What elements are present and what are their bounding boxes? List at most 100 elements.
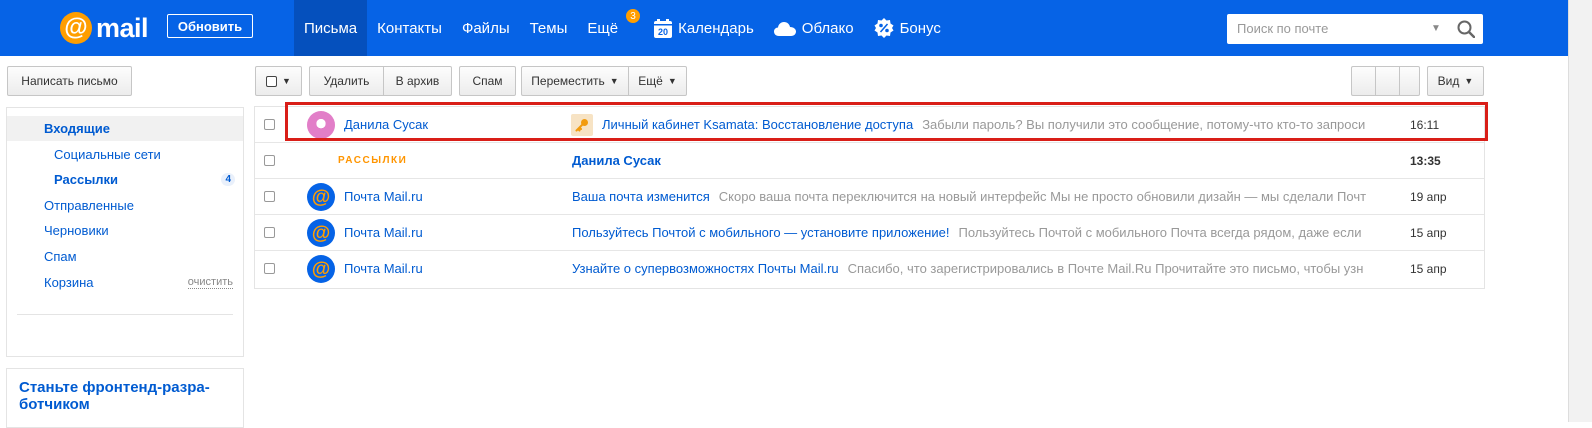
message-checkbox[interactable] xyxy=(264,191,275,202)
search-dropdown-icon[interactable]: ▼ xyxy=(1431,23,1441,34)
more-label: Ещё xyxy=(638,74,663,88)
folder-label: Социальные сети xyxy=(54,147,161,162)
chevron-down-icon: ▼ xyxy=(282,76,291,86)
message-date: 19 апр xyxy=(1410,189,1447,204)
message-list: Данила Сусак Личный кабинет Ksamata: Вос… xyxy=(254,106,1485,289)
calendar-icon: 20 xyxy=(654,18,673,38)
message-subject-line: Ваша почта изменится Скоро ваша почта пе… xyxy=(572,179,1367,214)
layout-toggle-3[interactable] xyxy=(1399,66,1420,96)
message-date: 16:11 xyxy=(1410,117,1440,132)
message-subject: Узнайте о супервозможностях Почты Mail.r… xyxy=(572,261,839,276)
right-scrollbar[interactable] xyxy=(1568,0,1592,422)
nav-calendar[interactable]: 20 Календарь xyxy=(644,0,764,56)
message-snippet: Спасибо, что зарегистрировались в Почте … xyxy=(847,261,1364,276)
main-nav: Письма Контакты Файлы Темы Ещё 3 20 Кале… xyxy=(294,0,951,56)
nav-label: Облако xyxy=(801,19,854,37)
folder-inbox[interactable]: Входящие xyxy=(7,116,243,141)
view-button[interactable]: Вид ▼ xyxy=(1427,66,1484,96)
message-subject-line: Данила Сусак xyxy=(572,143,1367,178)
archive-button[interactable]: В архив xyxy=(383,66,452,96)
nav-cloud[interactable]: Облако xyxy=(764,0,864,56)
message-sender: Почта Mail.ru xyxy=(344,261,423,276)
chevron-down-icon: ▼ xyxy=(667,76,677,86)
message-sender: Почта Mail.ru xyxy=(344,189,423,204)
key-icon xyxy=(571,113,593,136)
nav-label: Бонус xyxy=(899,19,941,37)
delete-button[interactable]: Удалить xyxy=(309,66,383,96)
folder-label: Отправленные xyxy=(44,198,134,213)
search-box: ▼ xyxy=(1227,14,1483,44)
message-checkbox[interactable] xyxy=(264,119,275,130)
message-row[interactable]: @ Почта Mail.ru Пользуйтесь Почтой с моб… xyxy=(255,215,1484,251)
message-checkbox[interactable] xyxy=(264,155,275,166)
promo-block[interactable]: Станьте фронтенд-разра-ботчиком xyxy=(6,368,244,428)
search-input[interactable] xyxy=(1237,21,1427,36)
folder-drafts[interactable]: Черновики xyxy=(7,218,243,243)
message-subject: Пользуйтесь Почтой с мобильного — устано… xyxy=(572,225,950,240)
layout-toggle-2[interactable] xyxy=(1375,66,1399,96)
sender-avatar xyxy=(307,111,335,139)
message-snippet: Забыли пароль? Вы получили это сообщение… xyxy=(922,117,1366,132)
nav-bonus[interactable]: Бонус xyxy=(864,0,951,56)
message-row[interactable]: @ Почта Mail.ru Узнайте о супервозможнос… xyxy=(255,251,1484,287)
select-all-button[interactable]: ▼ xyxy=(255,66,302,96)
unread-count-badge: 4 xyxy=(221,173,235,186)
update-button[interactable]: Обновить xyxy=(167,14,253,38)
move-label: Переместить xyxy=(531,74,605,88)
nav-more[interactable]: Ещё 3 xyxy=(577,0,644,56)
nav-themes[interactable]: Темы xyxy=(520,0,578,56)
view-label: Вид xyxy=(1437,74,1460,88)
sidebar-divider xyxy=(17,314,233,315)
message-date: 15 апр xyxy=(1410,225,1447,240)
message-sender: Почта Mail.ru xyxy=(344,225,423,240)
more-button[interactable]: Ещё ▼ xyxy=(628,66,687,96)
message-subject: Данила Сусак xyxy=(572,153,661,168)
calendar-icon-day: 20 xyxy=(658,27,668,37)
nav-label: Контакты xyxy=(377,19,442,37)
nav-label: Файлы xyxy=(461,19,510,37)
bonus-icon xyxy=(874,18,894,38)
message-subject: Личный кабинет Ksamata: Восстановление д… xyxy=(602,117,914,132)
empty-trash-link[interactable]: очистить xyxy=(187,276,233,289)
folder-spam[interactable]: Спам xyxy=(7,244,243,269)
message-snippet: Скоро ваша почта переключится на новый и… xyxy=(718,189,1367,204)
folder-sidebar: Входящие Социальные сети Рассылки 4 Отпр… xyxy=(6,107,244,357)
move-button[interactable]: Переместить ▼ xyxy=(521,66,628,96)
message-snippet: Пользуйтесь Почтой с мобильного Почта вс… xyxy=(958,225,1362,240)
folder-trash[interactable]: Корзина очистить xyxy=(7,270,243,295)
message-date: 13:35 xyxy=(1410,153,1441,168)
message-row[interactable]: Данила Сусак Личный кабинет Ksamata: Вос… xyxy=(255,107,1484,143)
message-row[interactable]: @ Почта Mail.ru Ваша почта изменится Ско… xyxy=(255,179,1484,215)
message-checkbox[interactable] xyxy=(264,263,275,274)
top-bar: @ mail Обновить Письма Контакты Файлы Те… xyxy=(0,0,1568,56)
folder-label: Спам xyxy=(44,249,77,264)
folder-sent[interactable]: Отправленные xyxy=(7,193,243,218)
mail-ru-avatar-icon: @ xyxy=(307,183,335,211)
folder-newsletters[interactable]: Рассылки 4 xyxy=(7,167,243,192)
nav-label: Письма xyxy=(304,19,358,37)
nav-more-badge: 3 xyxy=(626,9,641,23)
message-sender: Данила Сусак xyxy=(344,117,429,132)
folder-social[interactable]: Социальные сети xyxy=(7,142,243,167)
mail-ru-avatar-icon: @ xyxy=(307,255,335,283)
message-subject-line: Личный кабинет Ksamata: Восстановление д… xyxy=(571,107,1366,142)
nav-label: Темы xyxy=(529,19,568,37)
message-subject-line: Узнайте о супервозможностях Почты Mail.r… xyxy=(572,251,1367,286)
promo-title[interactable]: Станьте фронтенд-разра-ботчиком xyxy=(19,379,231,413)
nav-files[interactable]: Файлы xyxy=(452,0,520,56)
mail-logo[interactable]: @ mail xyxy=(60,11,149,45)
message-row[interactable]: РАССЫЛКИ Данила Сусак 13:35 xyxy=(255,143,1484,179)
compose-button[interactable]: Написать письмо xyxy=(7,66,132,96)
nav-label: Календарь xyxy=(678,19,754,37)
logo-text: mail xyxy=(96,12,149,43)
folder-label: Рассылки xyxy=(54,172,119,187)
search-icon[interactable] xyxy=(1457,20,1476,43)
nav-letters[interactable]: Письма xyxy=(294,0,368,56)
newsletter-group-label: РАССЫЛКИ xyxy=(338,155,408,166)
message-date: 15 апр xyxy=(1410,261,1447,276)
layout-toggle-1[interactable] xyxy=(1351,66,1375,96)
message-checkbox[interactable] xyxy=(264,227,275,238)
nav-contacts[interactable]: Контакты xyxy=(367,0,452,56)
message-subject: Ваша почта изменится xyxy=(572,189,710,204)
spam-button[interactable]: Спам xyxy=(459,66,516,96)
